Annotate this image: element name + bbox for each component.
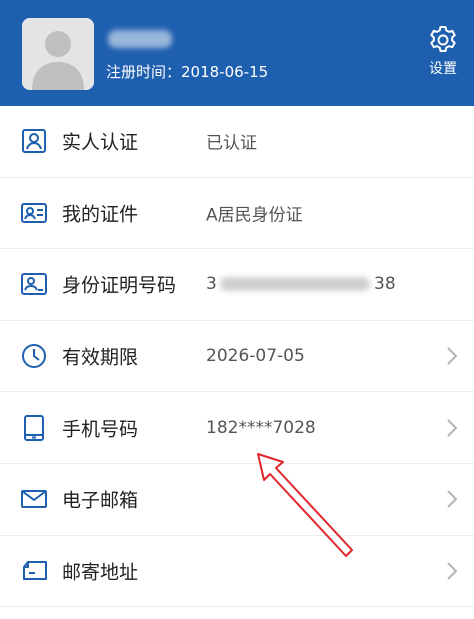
- row-email[interactable]: 电子邮箱: [0, 464, 474, 536]
- id-number-icon: [21, 273, 47, 296]
- row-value: 182****7028: [206, 417, 316, 438]
- phone-icon: [24, 414, 44, 441]
- row-value: A居民身份证: [206, 205, 303, 226]
- row-id-number[interactable]: 身份证明号码 3 38: [0, 249, 474, 321]
- row-value: 已认证: [206, 133, 257, 154]
- profile-header: 注册时间：2018-06-15 设置: [0, 0, 474, 106]
- row-label: 邮寄地址: [62, 561, 139, 584]
- row-label: 身份证明号码: [62, 274, 177, 297]
- id-number-blur: [220, 277, 370, 292]
- gear-icon: [430, 26, 456, 52]
- row-label: 有效期限: [62, 346, 139, 369]
- row-label: 手机号码: [62, 418, 139, 441]
- id-card-icon: [21, 202, 47, 223]
- row-label: 电子邮箱: [62, 489, 139, 512]
- username-blurred: [108, 30, 172, 48]
- row-real-name-verification[interactable]: 实人认证 已认证: [0, 106, 474, 178]
- mail-icon: [21, 490, 47, 509]
- row-mailing-address[interactable]: 邮寄地址: [0, 536, 474, 608]
- chevron-right-icon: [447, 562, 458, 580]
- id-number-masked: 3 38: [206, 272, 396, 296]
- row-value: 2026-07-05: [206, 346, 305, 367]
- chevron-right-icon: [447, 347, 458, 365]
- person-card-icon: [22, 129, 46, 154]
- chevron-right-icon: [447, 490, 458, 508]
- settings-button[interactable]: 设置: [412, 24, 474, 94]
- row-label: 实人认证: [62, 131, 139, 154]
- profile-info-list: 实人认证 已认证 我的证件 A居民身份证 身份证明号码 3 38 有效期限 20…: [0, 106, 474, 608]
- mailing-address-icon: [23, 560, 47, 580]
- profile-page: 注册时间：2018-06-15 设置 实人认证 已认证 我的证件 A居民身份证 …: [0, 0, 474, 619]
- id-number-first-digit: 3: [206, 274, 217, 295]
- id-number-last-digits: 38: [374, 274, 396, 295]
- row-phone-number[interactable]: 手机号码 182****7028: [0, 392, 474, 464]
- row-label: 我的证件: [62, 203, 139, 226]
- row-validity-period[interactable]: 有效期限 2026-07-05: [0, 321, 474, 393]
- clock-icon: [22, 344, 46, 369]
- registration-date: 注册时间：2018-06-15: [106, 63, 269, 81]
- row-my-documents[interactable]: 我的证件 A居民身份证: [0, 178, 474, 250]
- settings-label: 设置: [429, 61, 457, 77]
- chevron-right-icon: [447, 418, 458, 437]
- default-avatar-icon: [22, 18, 94, 90]
- avatar[interactable]: [22, 18, 94, 90]
